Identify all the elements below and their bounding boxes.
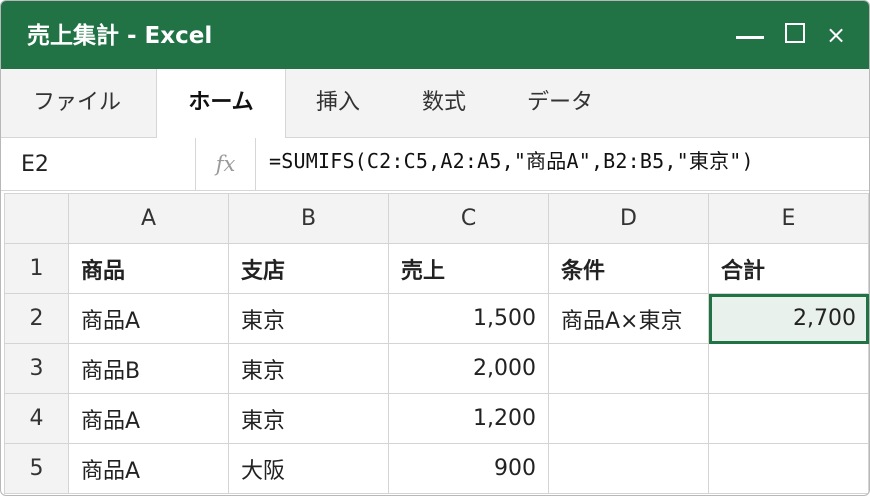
name-box[interactable]: E2 (1, 138, 196, 190)
cell-c5[interactable]: 900 (388, 443, 549, 494)
cell-a4[interactable]: 商品A (68, 393, 229, 444)
minimize-icon[interactable] (736, 36, 764, 39)
cell-d1[interactable]: 条件 (548, 243, 709, 294)
ribbon-tabs: ファイル ホーム 挿入 数式 データ (1, 69, 869, 138)
cell-d2[interactable]: 商品A×東京 (548, 293, 709, 344)
cell-c1[interactable]: 売上 (388, 243, 549, 294)
tab-file[interactable]: ファイル (33, 69, 121, 137)
row-header-3[interactable]: 3 (4, 343, 69, 394)
excel-window: 売上集計 - Excel × ファイル ホーム 挿入 数式 データ E2 fx … (0, 0, 870, 496)
cell-a3[interactable]: 商品B (68, 343, 229, 394)
maximize-icon[interactable] (785, 23, 805, 43)
row-header-4[interactable]: 4 (4, 393, 69, 444)
tab-home[interactable]: ホーム (156, 69, 286, 138)
title-bar: 売上集計 - Excel × (1, 1, 869, 69)
cell-e4[interactable] (708, 393, 869, 444)
fx-icon[interactable]: fx (196, 138, 256, 190)
cell-b1[interactable]: 支店 (228, 243, 389, 294)
formula-input[interactable]: =SUMIFS(C2:C5,A2:A5,"商品A",B2:B5,"東京") (269, 138, 754, 190)
cell-a1[interactable]: 商品 (68, 243, 229, 294)
cell-a5[interactable]: 商品A (68, 443, 229, 494)
column-header-e[interactable]: E (708, 193, 869, 244)
column-header-a[interactable]: A (68, 193, 229, 244)
cell-b5[interactable]: 大阪 (228, 443, 389, 494)
cell-c2[interactable]: 1,500 (388, 293, 549, 344)
cell-e3[interactable] (708, 343, 869, 394)
cell-d3[interactable] (548, 343, 709, 394)
window-title: 売上集計 - Excel (27, 23, 213, 49)
tab-data[interactable]: データ (527, 69, 593, 137)
formula-bar: E2 fx =SUMIFS(C2:C5,A2:A5,"商品A",B2:B5,"東… (1, 138, 869, 191)
tab-insert[interactable]: 挿入 (316, 69, 360, 137)
row-header-1[interactable]: 1 (4, 243, 69, 294)
close-icon[interactable]: × (825, 21, 847, 49)
cell-e2-selected[interactable]: 2,700 (708, 293, 869, 344)
row-header-2[interactable]: 2 (4, 293, 69, 344)
cell-b4[interactable]: 東京 (228, 393, 389, 444)
tab-formulas[interactable]: 数式 (422, 69, 466, 137)
cell-d5[interactable] (548, 443, 709, 494)
cell-c4[interactable]: 1,200 (388, 393, 549, 444)
cell-e5[interactable] (708, 443, 869, 494)
cell-c3[interactable]: 2,000 (388, 343, 549, 394)
cell-a2[interactable]: 商品A (68, 293, 229, 344)
select-all-corner[interactable] (4, 193, 69, 244)
cell-d4[interactable] (548, 393, 709, 444)
cell-b2[interactable]: 東京 (228, 293, 389, 344)
cell-b3[interactable]: 東京 (228, 343, 389, 394)
spreadsheet-grid: A B C D E 1 商品 支店 売上 条件 合計 2 商品A 東京 1,50… (4, 193, 869, 494)
column-header-d[interactable]: D (548, 193, 709, 244)
row-header-5[interactable]: 5 (4, 443, 69, 494)
cell-e1[interactable]: 合計 (708, 243, 869, 294)
column-header-b[interactable]: B (228, 193, 389, 244)
column-header-c[interactable]: C (388, 193, 549, 244)
